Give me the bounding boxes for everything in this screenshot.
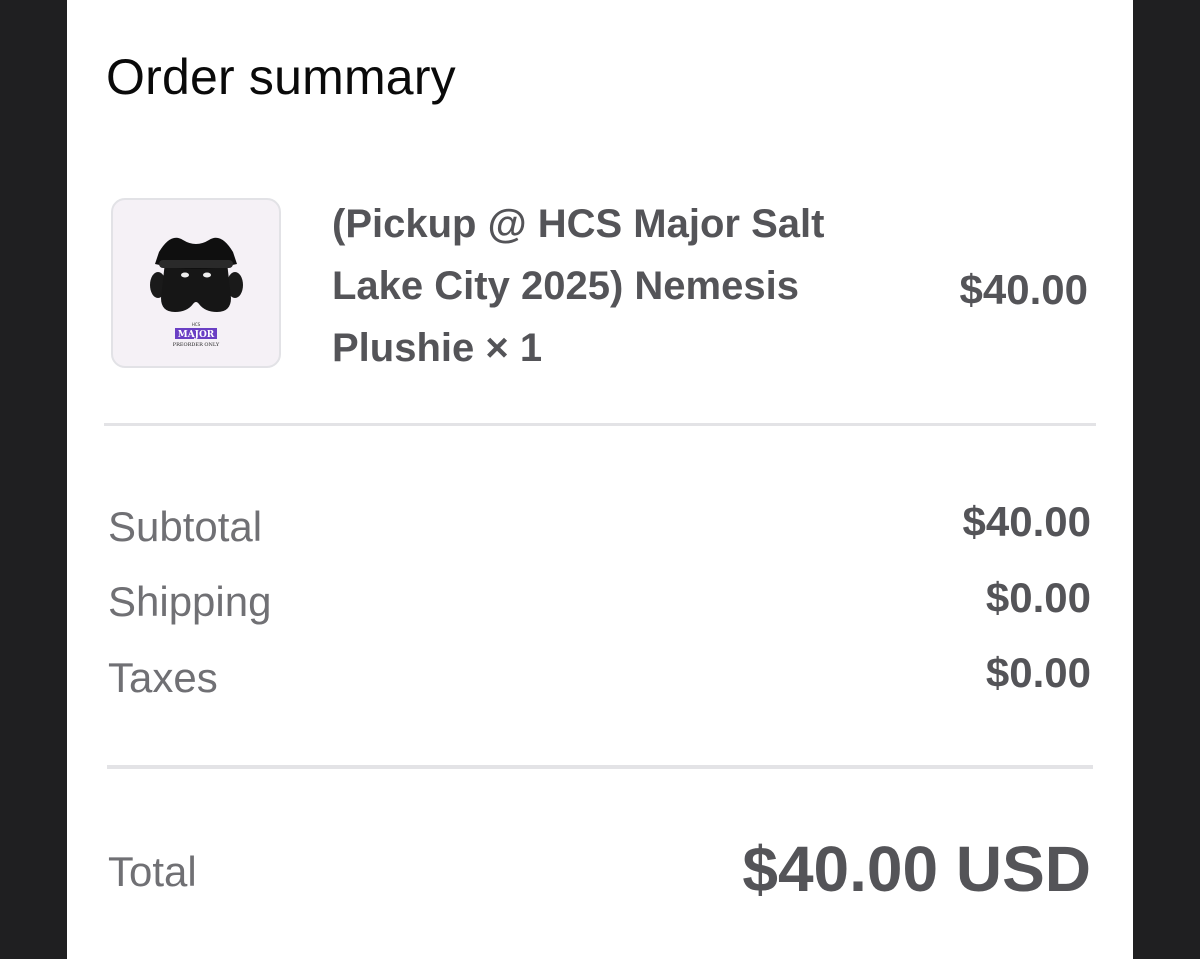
total-label: Total	[108, 848, 197, 895]
taxes-label: Taxes	[108, 654, 218, 701]
item-name: (Pickup @ HCS Major Salt Lake City 2025)…	[332, 202, 825, 370]
shipping-value: $0.00	[985, 574, 1091, 621]
shipping-label: Shipping	[108, 578, 272, 625]
taxes-value: $0.00	[985, 649, 1091, 696]
total-value: $40.00 USD	[742, 833, 1091, 905]
item-price: $40.00	[959, 266, 1088, 313]
subtotal-label: Subtotal	[108, 503, 263, 550]
divider	[104, 423, 1096, 426]
preorder-caption: PREORDER ONLY	[173, 342, 220, 348]
subtotal-value: $40.00	[962, 498, 1091, 545]
svg-text:HCS: HCS	[192, 322, 201, 327]
plushie-icon: HCS MAJOR PREORDER ONLY	[150, 237, 243, 348]
product-image: HCS MAJOR PREORDER ONLY	[111, 198, 281, 368]
order-summary-title: Order summary	[106, 49, 456, 105]
badge-text: MAJOR	[178, 330, 215, 340]
divider	[107, 765, 1093, 769]
order-summary-panel: Order summary HCS MAJOR PREORDER ONLY (P…	[67, 0, 1133, 959]
